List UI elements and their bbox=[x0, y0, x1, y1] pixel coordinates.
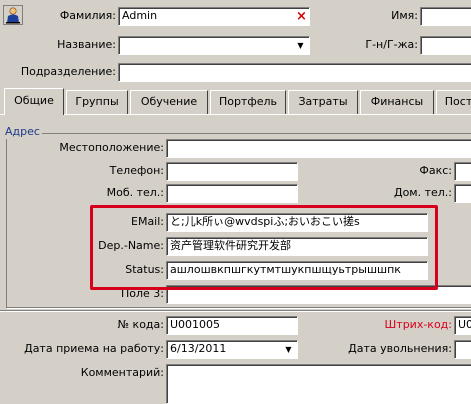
status-field[interactable]: ашлошвкпшгкутмтшукпшщуьтрышшпк bbox=[166, 261, 428, 280]
dismissal-field[interactable] bbox=[454, 340, 471, 359]
comment-label: Комментарий: bbox=[80, 366, 164, 379]
code-label: № кода: bbox=[117, 318, 164, 331]
hire-date-value: 6/13/2011 bbox=[170, 342, 227, 355]
chevron-down-icon[interactable]: ▼ bbox=[294, 39, 307, 52]
department-field[interactable] bbox=[118, 63, 471, 82]
barcode-label: Штрих-код: bbox=[384, 318, 452, 331]
tab-groups[interactable]: Группы bbox=[66, 90, 128, 114]
tab-training[interactable]: Обучение bbox=[130, 90, 208, 114]
department-label: Подразделение: bbox=[20, 65, 116, 78]
separator bbox=[0, 310, 471, 312]
gn-field[interactable] bbox=[420, 36, 471, 55]
phone-field[interactable] bbox=[166, 162, 298, 181]
mobile-field[interactable] bbox=[166, 184, 298, 203]
fax-label: Факс: bbox=[419, 164, 452, 177]
comment-field[interactable] bbox=[166, 364, 471, 404]
surname-label: Фамилия: bbox=[59, 9, 116, 22]
person-icon[interactable] bbox=[3, 5, 23, 25]
code-field[interactable]: U001005 bbox=[166, 316, 298, 335]
name-field[interactable] bbox=[420, 7, 471, 26]
location-field[interactable] bbox=[166, 139, 471, 158]
tab-costs[interactable]: Затраты bbox=[288, 90, 358, 114]
hire-date-combo[interactable]: 6/13/2011 ▼ bbox=[166, 340, 298, 359]
field3-label: Поле 3: bbox=[120, 287, 164, 300]
clear-icon[interactable]: × bbox=[296, 9, 307, 24]
email-field[interactable]: と;儿k所ぃ@wvdspiふ;おいおこい搓s bbox=[166, 213, 428, 232]
status-label: Status: bbox=[125, 263, 164, 276]
fax-field[interactable] bbox=[454, 162, 471, 181]
hire-date-label: Дата приема на работу: bbox=[24, 342, 164, 355]
tab-bar: Общие Группы Обучение Портфель Затраты Ф… bbox=[0, 88, 471, 115]
name-label: Имя: bbox=[391, 9, 418, 22]
location-label: Местоположение: bbox=[59, 141, 164, 154]
tab-general[interactable]: Общие bbox=[4, 88, 64, 115]
tab-portfolio[interactable]: Портфель bbox=[210, 90, 286, 114]
address-group-title: Адрес bbox=[3, 125, 42, 139]
mobile-label: Моб. тел.: bbox=[106, 186, 164, 199]
home-phone-label: Дом. тел.: bbox=[393, 186, 452, 199]
chevron-down-icon[interactable]: ▼ bbox=[282, 343, 295, 356]
title-label: Название: bbox=[57, 38, 116, 51]
field3-field[interactable] bbox=[166, 285, 471, 304]
title-combo[interactable]: ▼ bbox=[118, 36, 310, 55]
email-label: EMail: bbox=[131, 215, 164, 228]
surname-field[interactable]: Admin bbox=[118, 7, 310, 26]
depname-field[interactable]: 资产管理软件研究开发部 bbox=[166, 237, 428, 256]
gn-label: Г-н/Г-жа: bbox=[365, 38, 418, 51]
home-phone-field[interactable] bbox=[454, 184, 471, 203]
barcode-field[interactable]: U0 bbox=[454, 316, 471, 335]
tab-finance[interactable]: Финансы bbox=[360, 90, 434, 114]
depname-label: Dep.-Name: bbox=[98, 239, 164, 252]
dismissal-label: Дата увольнения: bbox=[348, 342, 452, 355]
tab-post[interactable]: Пост bbox=[436, 90, 471, 114]
phone-label: Телефон: bbox=[109, 164, 164, 177]
